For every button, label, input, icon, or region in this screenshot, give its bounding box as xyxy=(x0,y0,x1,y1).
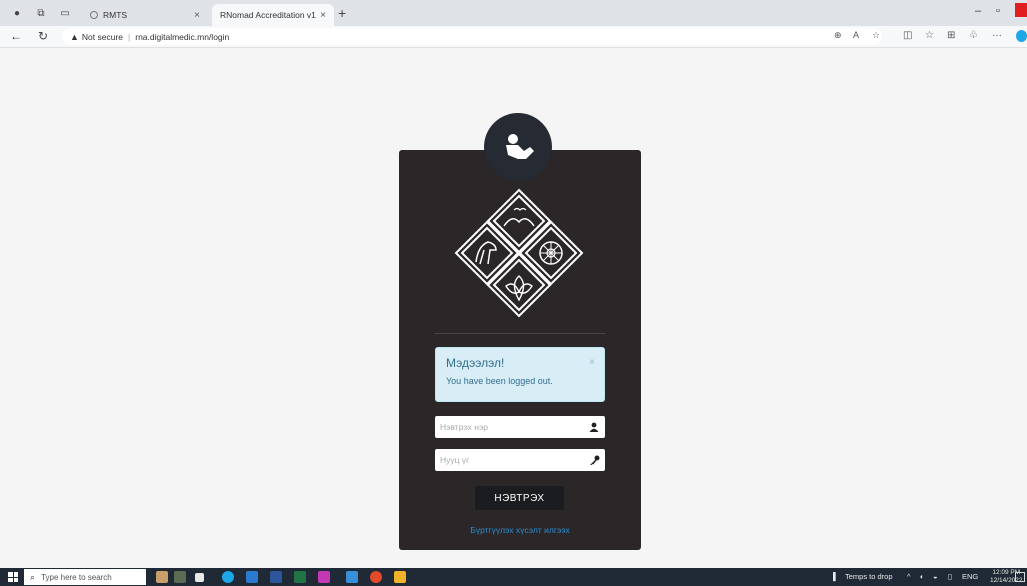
app-icon[interactable] xyxy=(370,571,382,583)
edge-app-icon[interactable] xyxy=(222,571,234,583)
user-icon xyxy=(583,422,605,432)
more-menu-icon[interactable]: ··· xyxy=(992,30,1002,41)
app-icon[interactable] xyxy=(318,571,330,583)
url-text: rna.digitalmedic.mn/login xyxy=(135,31,230,42)
read-aloud-icon[interactable]: A xyxy=(853,30,859,40)
collections-icon[interactable]: ⊞ xyxy=(947,30,955,41)
taskbar-search-text: Type here to search xyxy=(41,572,112,582)
tab-close-icon[interactable]: × xyxy=(194,10,200,21)
widget-icon[interactable] xyxy=(174,571,186,583)
volume-icon[interactable]: ◖ xyxy=(919,572,924,581)
taskbar-search[interactable]: ⌕ Type here to search xyxy=(24,569,146,585)
info-alert: Мэдээлэл! You have been logged out. × xyxy=(435,347,605,402)
close-window-icon[interactable] xyxy=(1015,3,1027,17)
password-input[interactable] xyxy=(435,449,583,471)
app-icon[interactable] xyxy=(346,571,358,583)
password-field xyxy=(435,449,605,471)
mail-app-icon[interactable] xyxy=(246,571,258,583)
alert-close-icon[interactable]: × xyxy=(589,357,595,368)
taskbar: ⌕ Type here to search ▌ Temps to drop ^ … xyxy=(0,568,1027,586)
split-screen-icon[interactable]: ◫ xyxy=(903,30,912,41)
username-field xyxy=(435,416,605,438)
extensions-icon[interactable]: ♧ xyxy=(969,30,978,41)
key-icon xyxy=(583,455,605,466)
weather-text[interactable]: Temps to drop xyxy=(845,572,893,581)
favorite-star-icon[interactable]: ☆ xyxy=(872,30,880,41)
security-label: Not secure xyxy=(81,31,124,42)
tab-label: RNomad Accreditation v1.0 xyxy=(220,10,317,20)
search-icon: ⌕ xyxy=(30,571,36,582)
warning-icon: ▲ xyxy=(70,31,79,42)
profile-icon[interactable]: ● xyxy=(10,6,24,20)
restore-icon[interactable]: ▫ xyxy=(996,5,1000,17)
address-bar-row: ← ↻ ▲ Not secure | rna.digitalmedic.mn/l… xyxy=(0,26,1027,48)
tab-rmts[interactable]: RMTS × xyxy=(82,4,208,26)
alert-title: Мэдээлэл! xyxy=(446,356,505,370)
tab-actions-icon[interactable]: ▭ xyxy=(58,6,72,20)
zoom-icon[interactable]: ⊕ xyxy=(834,30,842,41)
tray-chevron-icon[interactable]: ^ xyxy=(907,572,911,581)
language-indicator[interactable]: ENG xyxy=(962,572,978,581)
tab-favicon-icon xyxy=(90,11,98,19)
tab-label: RMTS xyxy=(103,10,128,20)
browser-tab-strip: ● ⧉ ▭ RMTS × RNomad Accreditation v1.0 ×… xyxy=(0,0,1027,26)
minimize-icon[interactable]: – xyxy=(975,5,981,17)
file-explorer-icon[interactable] xyxy=(394,571,406,583)
doctor-icon xyxy=(506,134,534,159)
tab-rnomad[interactable]: RNomad Accreditation v1.0 × xyxy=(212,4,334,26)
battery-icon[interactable]: ▯ xyxy=(948,572,952,581)
favorites-icon[interactable]: ☆ xyxy=(925,30,934,41)
task-view-icon[interactable] xyxy=(195,573,204,582)
weather-icon[interactable]: ▌ xyxy=(833,572,838,581)
url-separator: | xyxy=(128,31,131,42)
alert-message: You have been logged out. xyxy=(446,376,553,386)
widget-icon[interactable] xyxy=(156,571,168,583)
workspaces-icon[interactable]: ⧉ xyxy=(34,6,48,20)
login-button[interactable]: НЭВТРЭХ xyxy=(475,486,564,510)
edge-copilot-icon[interactable] xyxy=(1016,30,1027,42)
avatar xyxy=(484,113,552,181)
url-bar[interactable]: ▲ Not secure | rna.digitalmedic.mn/login xyxy=(62,28,882,45)
register-request-link[interactable]: Бүртгүүлэх хүсэлт илгээх xyxy=(399,525,641,535)
card-divider xyxy=(435,333,605,334)
refresh-icon[interactable]: ↻ xyxy=(38,29,48,43)
excel-app-icon[interactable] xyxy=(294,571,306,583)
new-tab-button[interactable]: + xyxy=(338,5,346,21)
tab-close-icon[interactable]: × xyxy=(320,10,326,21)
username-input[interactable] xyxy=(435,416,583,438)
windows-start-icon[interactable] xyxy=(8,572,18,582)
logo-icon xyxy=(454,188,584,318)
notification-icon[interactable] xyxy=(1015,572,1025,582)
back-icon[interactable]: ← xyxy=(10,29,22,43)
network-icon[interactable]: ◒ xyxy=(933,572,938,581)
word-app-icon[interactable] xyxy=(270,571,282,583)
